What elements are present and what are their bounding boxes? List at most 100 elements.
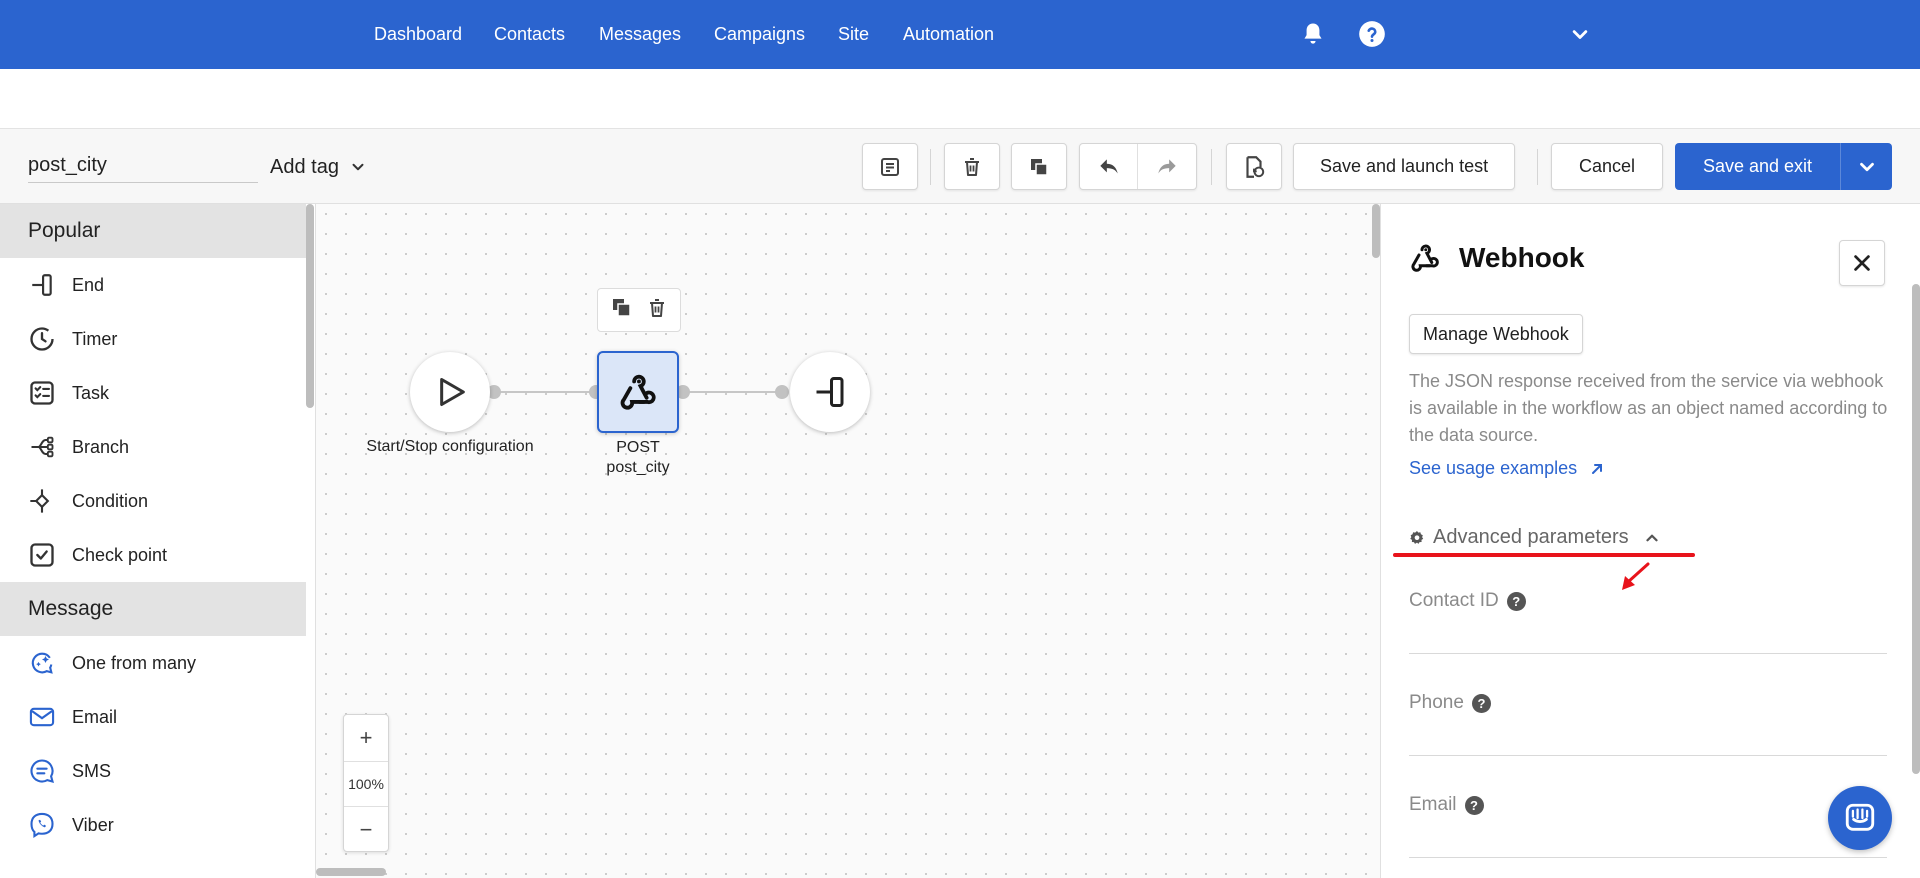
save-and-exit-split-button: Save and exit <box>1675 143 1892 190</box>
redo-icon <box>1158 158 1176 173</box>
notes-icon <box>881 157 899 176</box>
duplicate-node-button[interactable] <box>610 296 634 325</box>
end-icon <box>26 269 58 301</box>
delete-button[interactable] <box>944 143 1000 190</box>
email-field[interactable]: Email? <box>1409 794 1887 858</box>
panel-scrollbar[interactable] <box>1912 284 1920 774</box>
help-icon[interactable]: ? <box>1506 591 1526 611</box>
end-node[interactable] <box>790 352 870 432</box>
external-link-arrow-icon <box>1592 463 1603 474</box>
block-sms[interactable]: SMS <box>0 744 306 798</box>
block-label: Viber <box>72 814 114 835</box>
block-branch[interactable]: Branch <box>0 420 306 474</box>
block-label: Check point <box>72 544 168 565</box>
block-label: Task <box>72 382 110 403</box>
redo-button[interactable] <box>1138 144 1196 189</box>
end-icon <box>816 377 844 407</box>
duplicate-icon <box>612 298 631 317</box>
undo-button[interactable] <box>1080 144 1139 189</box>
red-annotation-arrow <box>1622 562 1650 590</box>
block-label: One from many <box>72 652 197 673</box>
chat-support-button[interactable] <box>1828 786 1892 850</box>
workflow-canvas[interactable]: Start/Stop configuration POST post_city … <box>316 204 1380 878</box>
contact-id-field[interactable]: Contact ID? <box>1409 590 1887 654</box>
connector-port[interactable] <box>775 385 789 399</box>
zoom-level: 100% <box>344 761 388 807</box>
close-icon <box>1854 255 1870 271</box>
panel-header: Webhook <box>1407 240 1584 276</box>
check-point-icon <box>26 539 58 571</box>
canvas-vertical-scrollbar[interactable] <box>1372 204 1380 258</box>
delete-node-button[interactable] <box>645 296 669 325</box>
block-task[interactable]: Task <box>0 366 306 420</box>
save-and-launch-test-button[interactable]: Save and launch test <box>1293 143 1516 190</box>
sparkle-chat-icon <box>26 647 58 679</box>
timer-icon <box>26 323 58 355</box>
restore-version-button[interactable] <box>1226 143 1282 190</box>
webhook-description: The JSON response received from the serv… <box>1409 371 1888 445</box>
zoom-in-button[interactable]: + <box>344 715 388 761</box>
zoom-out-button[interactable]: − <box>344 807 388 853</box>
node-actions-toolbar <box>597 288 681 332</box>
email-label: Email <box>1409 794 1457 815</box>
usage-link-label: See usage examples <box>1409 458 1578 478</box>
webhook-settings-panel: Webhook Manage Webhook The JSON response… <box>1380 204 1920 878</box>
sms-icon <box>26 755 58 787</box>
nav-automation[interactable]: Automation <box>903 24 994 45</box>
condition-icon <box>26 485 58 517</box>
top-navigation: Dashboard Contacts Messages Campaigns Si… <box>0 0 1920 69</box>
blocks-sidebar: Popular End Timer Task Branch Condition … <box>0 204 316 878</box>
webhook-icon <box>620 374 656 410</box>
block-condition[interactable]: Condition <box>0 474 306 528</box>
branch-icon <box>26 431 58 463</box>
save-and-exit-button[interactable]: Save and exit <box>1675 143 1840 190</box>
workflow-name-input[interactable]: post_city <box>28 151 258 183</box>
trash-icon <box>965 157 979 176</box>
block-end[interactable]: End <box>0 258 306 312</box>
close-panel-button[interactable] <box>1839 240 1885 286</box>
start-node-label: Start/Stop configuration <box>366 438 534 455</box>
sidebar-scrollbar[interactable] <box>306 204 314 408</box>
nav-contacts[interactable]: Contacts <box>494 24 565 45</box>
webhook-node[interactable] <box>597 351 679 433</box>
chevron-down-icon[interactable] <box>1566 20 1594 48</box>
help-circle-icon[interactable] <box>1358 20 1386 48</box>
webhook-node-label: POST post_city <box>588 438 688 478</box>
webhook-icon <box>1411 244 1439 272</box>
phone-field[interactable]: Phone? <box>1409 692 1887 756</box>
start-node[interactable] <box>410 352 490 432</box>
save-options-dropdown[interactable] <box>1840 143 1892 190</box>
help-icon[interactable]: ? <box>1471 693 1491 713</box>
manage-webhook-button[interactable]: Manage Webhook <box>1409 314 1583 354</box>
gear-icon <box>1410 530 1424 544</box>
webhook-method: POST <box>616 439 660 456</box>
bell-icon[interactable] <box>1299 20 1327 48</box>
notes-button[interactable] <box>862 143 918 190</box>
phone-label: Phone <box>1409 692 1464 713</box>
block-check-point[interactable]: Check point <box>0 528 306 582</box>
nav-site[interactable]: Site <box>838 24 869 45</box>
block-label: SMS <box>72 760 112 781</box>
block-email[interactable]: Email <box>0 690 306 744</box>
red-highlight-underline <box>1393 553 1695 557</box>
block-label: Timer <box>72 328 118 349</box>
block-label: Branch <box>72 436 130 457</box>
nav-dashboard[interactable]: Dashboard <box>374 24 462 45</box>
block-viber[interactable]: Viber <box>0 798 306 852</box>
nav-campaigns[interactable]: Campaigns <box>714 24 805 45</box>
chat-icon <box>1845 803 1875 831</box>
block-label: End <box>72 274 105 295</box>
nav-messages[interactable]: Messages <box>599 24 681 45</box>
add-tag-dropdown[interactable]: Add tag <box>270 151 367 183</box>
canvas-horizontal-scrollbar[interactable] <box>316 868 386 876</box>
cancel-button[interactable]: Cancel <box>1551 143 1663 190</box>
help-icon[interactable]: ? <box>1464 795 1484 815</box>
restore-version-icon <box>1246 155 1265 178</box>
email-icon <box>26 701 58 733</box>
block-label: Email <box>72 706 118 727</box>
block-timer[interactable]: Timer <box>0 312 306 366</box>
see-usage-examples-link[interactable]: See usage examples <box>1409 458 1605 479</box>
advanced-parameters-toggle[interactable]: Advanced parameters <box>1409 526 1661 549</box>
duplicate-button[interactable] <box>1011 143 1067 190</box>
block-one-from-many[interactable]: One from many <box>0 636 306 690</box>
